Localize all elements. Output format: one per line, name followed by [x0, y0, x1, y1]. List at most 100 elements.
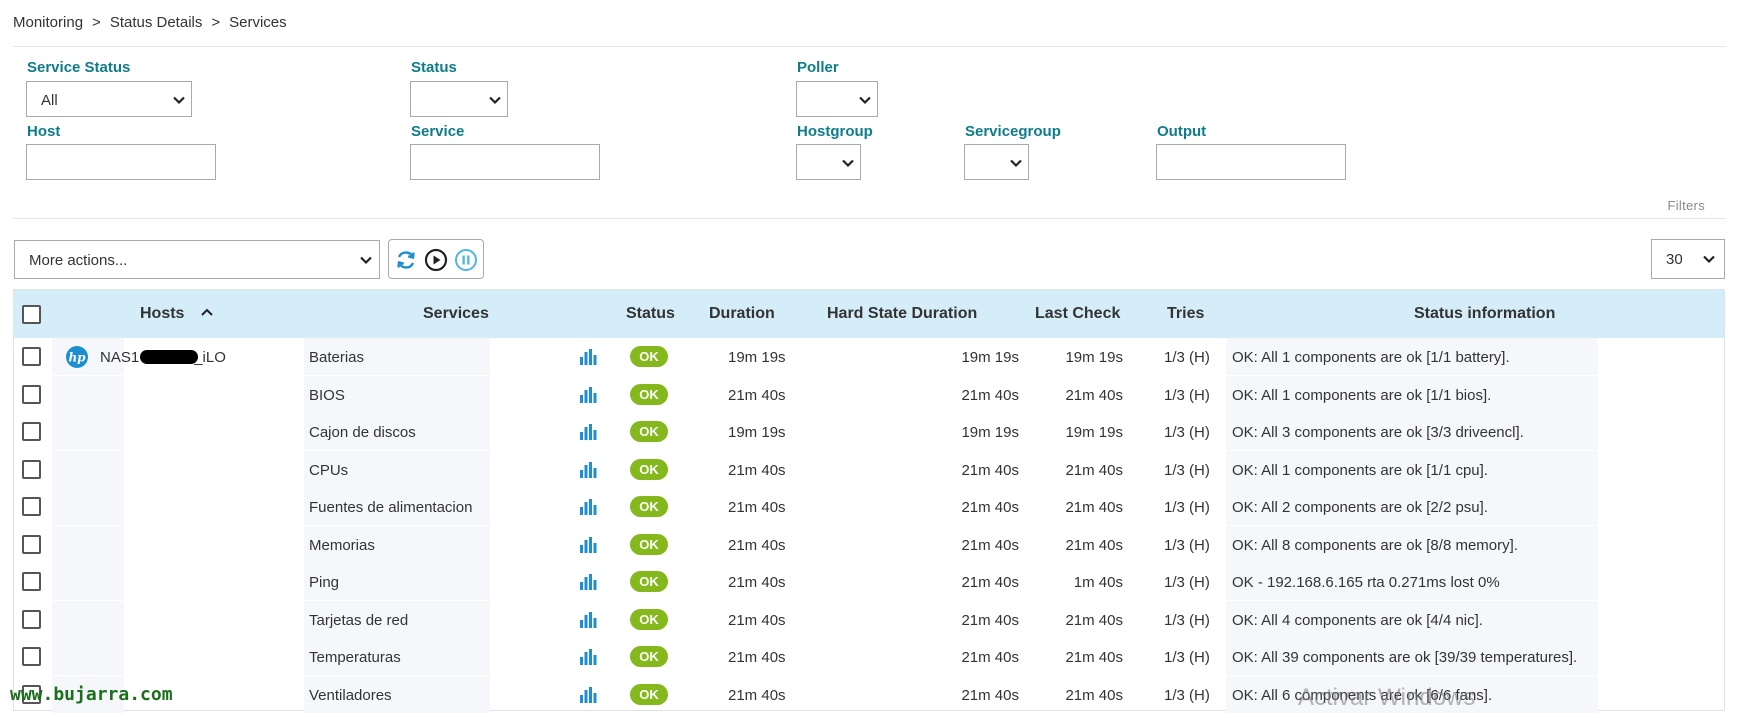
tries-cell: 1/3 (H) [1164, 611, 1210, 629]
breadcrumb-separator: > [92, 14, 101, 31]
performance-graph-icon[interactable] [579, 386, 597, 403]
row-checkbox[interactable] [22, 384, 41, 404]
table-header: Hosts Services Status Duration Hard Stat… [14, 290, 1724, 338]
output-label: Output [1157, 123, 1207, 140]
hard-state-duration-cell: 21m 40s [961, 536, 1019, 554]
refresh-icon[interactable] [394, 248, 418, 272]
last-check-cell: 21m 40s [1065, 686, 1123, 704]
row-checkbox[interactable] [22, 609, 41, 629]
host-input[interactable] [26, 144, 216, 180]
service-name-link[interactable]: Baterias [309, 349, 364, 366]
service-name-link[interactable]: Memorias [309, 537, 375, 554]
more-actions-select[interactable]: More actions... [14, 240, 380, 279]
column-header-hard-state-duration[interactable]: Hard State Duration [827, 305, 977, 323]
breadcrumb-status-details[interactable]: Status Details [110, 14, 203, 31]
row-checkbox[interactable] [22, 647, 41, 666]
select-all-checkbox[interactable] [22, 305, 41, 324]
cell-background [52, 450, 124, 488]
duration-cell: 21m 40s [728, 536, 786, 554]
table-row[interactable]: Memorias OK 21m 40s 21m 40s 21m 40s 1/3 (H) OK… [14, 525, 1724, 564]
redaction-mark [140, 350, 198, 364]
column-header-services[interactable]: Services [423, 305, 489, 323]
last-check-cell: 21m 40s [1065, 461, 1123, 479]
table-row[interactable]: Tarjetas de red OK 21m 40s 21m 40s 21m 40s 1/… [14, 600, 1724, 639]
performance-graph-icon[interactable] [579, 499, 597, 515]
poller-select[interactable] [796, 81, 878, 117]
divider [13, 46, 1726, 47]
servicegroup-select[interactable] [964, 144, 1029, 180]
column-header-status-information[interactable]: Status information [1414, 305, 1555, 323]
performance-graph-icon[interactable] [579, 686, 597, 703]
table-row[interactable]: Cajon de discos OK 19m 19s 19m 19s 19m 19s 1/… [14, 413, 1724, 451]
filters-toggle-link[interactable]: Filters [1668, 198, 1706, 213]
service-label: Service [411, 123, 465, 140]
play-icon[interactable] [424, 248, 448, 272]
status-information-cell: OK: All 1 components are ok [1/1 battery… [1232, 349, 1510, 366]
performance-graph-icon[interactable] [579, 611, 597, 628]
service-name-link[interactable]: Ventiladores [309, 687, 392, 704]
row-checkbox[interactable] [22, 459, 41, 479]
duration-cell: 21m 40s [728, 461, 786, 479]
activate-windows-watermark: Activar Windows [1298, 684, 1476, 711]
table-row[interactable]: Temperaturas OK 21m 40s 21m 40s 21m 40s 1/3 (… [14, 638, 1724, 676]
chevron-down-icon [172, 93, 186, 107]
table-row[interactable]: hp NAS1 _iLO Baterias OK 19m 19s 19m 19s 19m 19… [14, 338, 1724, 376]
results-per-page-select[interactable]: 30 [1651, 239, 1725, 279]
service-input[interactable] [410, 144, 600, 180]
cell-background [52, 563, 124, 600]
tries-cell: 1/3 (H) [1164, 574, 1210, 591]
table-row[interactable]: Fuentes de alimentacion OK 21m 40s 21m 40s 2… [14, 488, 1724, 526]
table-row[interactable]: CPUs OK 21m 40s 21m 40s 21m 40s 1/3 (H) OK: Al… [14, 450, 1724, 489]
pause-icon[interactable] [454, 248, 478, 272]
table-row[interactable]: BIOS OK 21m 40s 21m 40s 21m 40s 1/3 (H) OK: Al… [14, 375, 1724, 414]
service-status-select[interactable]: All [26, 81, 192, 117]
last-check-cell: 19m 19s [1065, 349, 1123, 366]
status-select[interactable] [410, 81, 508, 117]
column-header-status[interactable]: Status [626, 305, 675, 323]
performance-graph-icon[interactable] [579, 461, 597, 478]
output-input[interactable] [1156, 144, 1346, 180]
status-information-cell: OK: All 4 components are ok [4/4 nic]. [1232, 611, 1483, 629]
breadcrumb-separator: > [211, 14, 221, 31]
status-badge: OK [630, 346, 668, 367]
status-information-cell: OK - 192.168.6.165 rta 0.271ms lost 0% [1232, 574, 1500, 591]
status-information-cell: OK: All 39 components are ok [39/39 temp… [1232, 649, 1578, 666]
tries-cell: 1/3 (H) [1164, 649, 1210, 666]
breadcrumb-monitoring[interactable]: Monitoring [13, 14, 83, 31]
performance-graph-icon[interactable] [579, 424, 597, 440]
column-header-hosts[interactable]: Hosts [140, 305, 213, 323]
cell-background [52, 375, 124, 413]
performance-graph-icon[interactable] [579, 574, 597, 590]
column-header-last-check[interactable]: Last Check [1035, 305, 1120, 323]
hostgroup-select[interactable] [796, 144, 861, 180]
service-name-link[interactable]: Cajon de discos [309, 424, 416, 441]
performance-graph-icon[interactable] [579, 349, 597, 365]
service-name-link[interactable]: Temperaturas [309, 649, 401, 666]
breadcrumb: Monitoring > Status Details > Services [13, 14, 287, 31]
service-name-link[interactable]: BIOS [309, 387, 345, 404]
column-header-tries[interactable]: Tries [1167, 305, 1204, 323]
hard-state-duration-cell: 21m 40s [961, 574, 1019, 591]
performance-graph-icon[interactable] [579, 649, 597, 665]
status-badge: OK [630, 683, 668, 705]
service-name-link[interactable]: Tarjetas de red [309, 612, 408, 629]
status-badge: OK [630, 608, 668, 630]
service-name-link[interactable]: CPUs [309, 462, 348, 479]
chevron-down-icon [488, 93, 502, 107]
last-check-cell: 21m 40s [1065, 499, 1123, 516]
duration-cell: 21m 40s [728, 649, 786, 666]
hard-state-duration-cell: 21m 40s [961, 461, 1019, 479]
service-name-link[interactable]: Ping [309, 574, 339, 591]
divider [13, 218, 1726, 219]
performance-graph-icon[interactable] [579, 536, 597, 553]
row-checkbox[interactable] [22, 534, 41, 554]
hostgroup-label: Hostgroup [797, 123, 873, 140]
row-checkbox[interactable] [22, 572, 41, 591]
service-name-link[interactable]: Fuentes de alimentacion [309, 499, 472, 516]
status-information-cell: OK: All 3 components are ok [3/3 driveen… [1232, 424, 1524, 441]
row-checkbox[interactable] [22, 422, 41, 441]
column-header-duration[interactable]: Duration [709, 305, 775, 323]
table-row[interactable]: Ping OK 21m 40s 21m 40s 1m 40s 1/3 (H) OK - 19… [14, 563, 1724, 601]
row-checkbox[interactable] [22, 347, 41, 366]
row-checkbox[interactable] [22, 497, 41, 516]
